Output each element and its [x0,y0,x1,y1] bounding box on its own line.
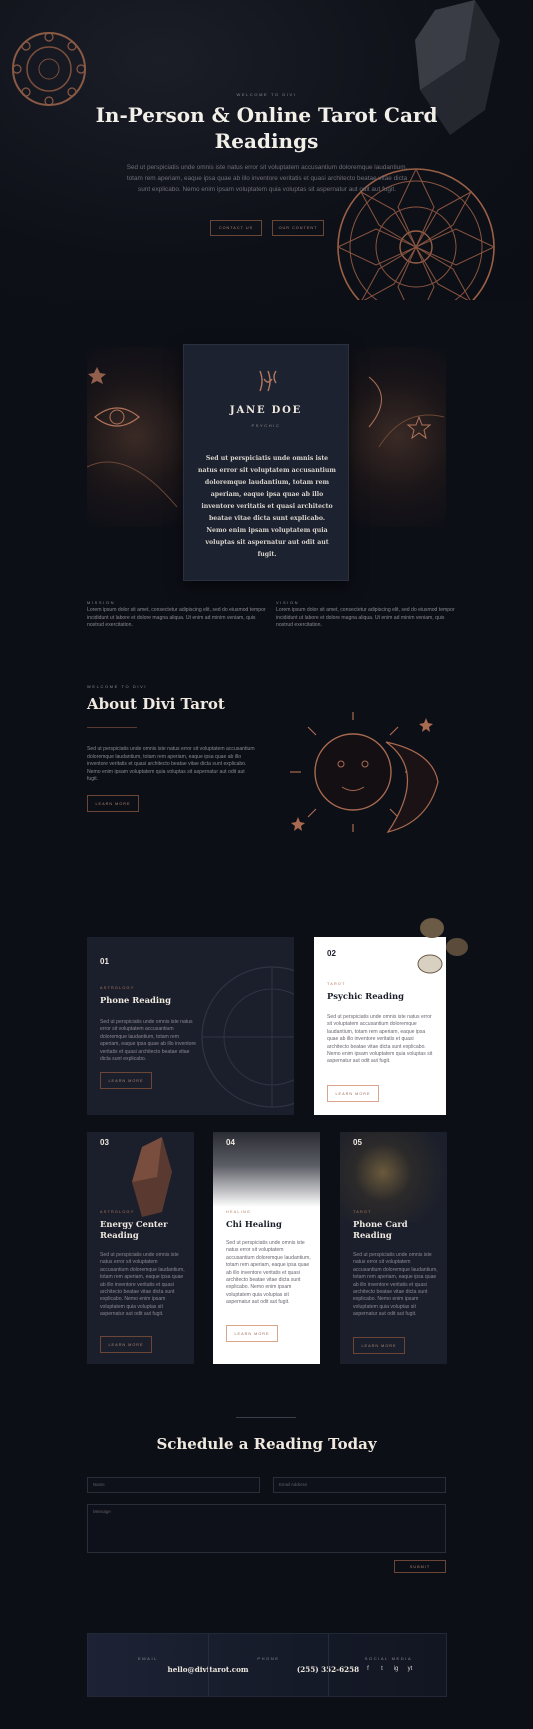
schedule-divider [236,1417,296,1418]
vision-label: Vision [276,600,300,605]
service-number: 02 [327,949,336,958]
service-card-chi-healing[interactable]: 04 Healing Chi Healing Sed ut perspiciat… [213,1132,320,1364]
name-field[interactable]: Name [87,1477,260,1493]
hero-title: In-Person & Online Tarot Card Readings [95,103,438,153]
service-title: Phone Reading [100,995,172,1005]
email-field[interactable]: Email Address [273,1477,446,1493]
about-title: About Divi Tarot [87,695,225,713]
crystal-icon [132,1137,172,1217]
service-category: Tarot [353,1210,372,1214]
service-category: Astrology [100,986,135,990]
learn-more-button[interactable]: Learn More [353,1337,405,1354]
twitter-icon[interactable]: t [378,1666,386,1672]
about-eyebrow: Welcome to Divi [87,684,148,689]
service-category: Tarot [327,982,346,986]
service-number: 05 [353,1138,362,1147]
instagram-icon[interactable]: ig [392,1666,400,1672]
message-field[interactable]: Message [87,1504,446,1553]
service-title: Chi Healing [226,1219,282,1229]
learn-more-button[interactable]: Learn More [100,1336,152,1353]
service-number: 01 [100,957,109,966]
service-text: Sed ut perspiciatis unde omnis iste natu… [226,1240,311,1306]
service-title: Phone Card Reading [353,1219,408,1240]
hero-section: Welcome to Divi In-Person & Online Tarot… [0,0,533,300]
footer-social: Social Media f t ig yt [328,1634,448,1696]
facebook-icon[interactable]: f [364,1666,372,1672]
about-divider [87,727,137,728]
star-icon [368,376,445,448]
shells-icon [417,918,468,974]
service-title: Psychic Reading [327,991,404,1001]
eye-icon [87,367,178,508]
profile-card: JANE DOE Psychic Sed ut perspiciatis und… [183,344,349,581]
about-learn-more-button[interactable]: Learn More [87,795,139,812]
hero-eyebrow: Welcome to Divi [236,92,297,97]
profile-bio: Sed ut perspiciatis unde omnis iste natu… [198,455,336,558]
service-card-phone-reading[interactable]: 01 Astrology Phone Reading Sed ut perspi… [87,937,294,1115]
zodiac-chart-icon [201,966,294,1108]
mission-label: Mission [87,600,116,605]
service-text: Sed ut perspiciatis unde omnis iste natu… [100,1252,185,1318]
vision-text: Lorem ipsum dolor sit amet, consectetur … [276,607,455,629]
learn-more-button[interactable]: Learn More [226,1325,278,1342]
learn-more-button[interactable]: Learn More [327,1085,379,1102]
scorpio-icon [259,370,277,392]
service-category: Astrology [100,1210,135,1214]
profile-name: JANE DOE [229,405,303,416]
submit-button[interactable]: Submit [394,1560,446,1573]
footer-email-label: Email [137,1656,158,1661]
contact-footer: Email hello@divitarot.com Phone (255) 35… [87,1633,447,1697]
footer-social-label: Social Media [364,1656,413,1661]
contact-us-button[interactable]: Contact Us [210,220,262,236]
about-text: Sed ut perspiciatis unde omnis iste natu… [87,746,255,783]
learn-more-button[interactable]: Learn More [100,1072,152,1089]
service-card-energy-center[interactable]: 03 Astrology Energy Center Reading Sed u… [87,1132,194,1364]
service-number: 04 [226,1138,235,1147]
service-number: 03 [100,1138,109,1147]
zodiac-wheel-decoration [12,32,86,106]
eye-illustration-panel [87,347,184,527]
service-card-phone-card[interactable]: 05 Tarot Phone Card Reading Sed ut persp… [340,1132,447,1364]
service-text: Sed ut perspiciatis unde omnis iste natu… [100,1019,196,1063]
mission-text: Lorem ipsum dolor sit amet, consectetur … [87,607,266,629]
footer-phone-label: Phone [257,1656,280,1661]
profile-role: Psychic [251,423,281,428]
sun-moon-icon [290,712,439,833]
service-text: Sed ut perspiciatis unde omnis iste natu… [353,1252,438,1318]
service-title: Energy Center Reading [100,1219,168,1240]
service-text: Sed ut perspiciatis unde omnis iste natu… [327,1014,433,1065]
footer-phone: Phone (255) 352-6258 [208,1634,359,1696]
youtube-icon[interactable]: yt [406,1666,414,1672]
schedule-title: Schedule a Reading Today [156,1435,377,1453]
footer-email: Email hello@divitarot.com [88,1634,249,1696]
sun-illustration-panel [349,347,446,527]
our-content-button[interactable]: Our Content [272,220,324,236]
hero-text: Sed ut perspiciatis unde omnis iste natu… [126,164,408,193]
service-category: Healing [226,1210,252,1214]
